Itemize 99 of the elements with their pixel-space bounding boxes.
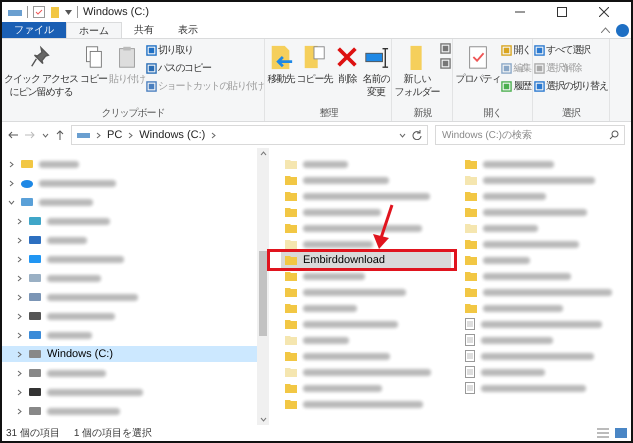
- collapse-ribbon-icon[interactable]: [601, 27, 610, 33]
- item-count: 31 個の項目: [6, 427, 60, 440]
- blurred-text: [47, 370, 106, 376]
- expand-icon[interactable]: [8, 160, 15, 168]
- scroll-up-icon[interactable]: [260, 151, 266, 156]
- search-field[interactable]: Windows (C:)の検索: [435, 125, 625, 145]
- file-item[interactable]: Embirddownload: [281, 252, 451, 268]
- ribbon-button[interactable]: コピー先: [295, 42, 334, 88]
- group-label: クリップボード: [100, 106, 166, 121]
- blurred-text: [483, 192, 546, 200]
- blurred-text: [39, 198, 93, 206]
- drive-icon: [29, 387, 41, 397]
- address-bar[interactable]: PC Windows (C:): [71, 125, 428, 145]
- blurred-text: [483, 224, 538, 232]
- annotation-arrow: [371, 204, 395, 250]
- chevron-icon[interactable]: [127, 132, 134, 138]
- expand-icon[interactable]: [16, 388, 23, 396]
- back-icon[interactable]: [8, 131, 18, 139]
- blurred-text: [303, 272, 365, 280]
- blurred-text: [303, 240, 373, 248]
- drive-icon: [29, 406, 41, 416]
- ribbon-button[interactable]: 名前の 変更: [361, 42, 390, 101]
- breadcrumb[interactable]: Windows (C:): [139, 129, 206, 141]
- dropdown-icon[interactable]: [65, 10, 72, 14]
- up-icon[interactable]: [56, 130, 64, 140]
- ribbon-button[interactable]: 開く: [501, 42, 531, 58]
- ribbon-button[interactable]: すべて選択: [534, 42, 608, 58]
- expand-icon[interactable]: [16, 218, 23, 224]
- drive-icon: [29, 349, 41, 359]
- scroll-thumb[interactable]: [259, 251, 267, 336]
- chevron-icon[interactable]: [95, 132, 102, 138]
- file-icon: [465, 366, 475, 378]
- blurred-text: [481, 336, 553, 344]
- blurred-text: [483, 160, 554, 168]
- ribbon-button[interactable]: 切り取り: [146, 42, 264, 58]
- file-icon: [465, 334, 475, 346]
- blurred-text: [39, 160, 79, 168]
- group-label: 開く: [482, 107, 503, 121]
- group-label: 選択: [560, 107, 582, 121]
- file-menu-button[interactable]: ファイル: [2, 22, 66, 38]
- expand-icon[interactable]: [16, 350, 23, 358]
- selection-count: 1 個の項目を選択: [74, 427, 152, 440]
- refresh-icon[interactable]: [412, 130, 422, 140]
- scrollbar[interactable]: [257, 148, 269, 425]
- group-label: 新規: [412, 106, 433, 121]
- expand-icon[interactable]: [16, 332, 23, 338]
- nav-item[interactable]: Windows (C:): [2, 346, 257, 362]
- cloud-icon: [21, 178, 33, 188]
- expand-icon[interactable]: [16, 294, 23, 300]
- blurred-text: [47, 218, 110, 224]
- drive-icon: [77, 130, 90, 140]
- file-icon: [465, 318, 475, 330]
- pc-icon: [21, 197, 33, 207]
- breadcrumb[interactable]: PC: [107, 129, 122, 141]
- help-icon[interactable]: [616, 24, 629, 36]
- file-icon: [465, 350, 475, 362]
- expand-icon[interactable]: [16, 408, 23, 414]
- ribbon-button[interactable]: 履歴: [501, 78, 531, 94]
- blurred-text: [303, 304, 357, 312]
- blurred-text: [481, 368, 545, 376]
- chevron-icon[interactable]: [210, 132, 218, 138]
- ribbon-button[interactable]: 選択の切り替え: [534, 78, 608, 94]
- file-icon: [465, 382, 475, 394]
- expand-icon[interactable]: [8, 180, 15, 186]
- blurred-text: [47, 332, 92, 338]
- expand-icon[interactable]: [16, 370, 23, 376]
- forward-icon[interactable]: [25, 131, 35, 139]
- blurred-text: [303, 336, 349, 344]
- blurred-text: [47, 274, 101, 282]
- ribbon-button[interactable]: プロパティ: [454, 42, 502, 88]
- expand-icon[interactable]: [16, 274, 23, 282]
- scroll-down-icon[interactable]: [260, 417, 266, 422]
- maximize-icon[interactable]: [557, 7, 567, 17]
- close-icon[interactable]: [599, 7, 609, 17]
- blurred-text: [47, 312, 115, 320]
- blurred-text: [483, 256, 530, 264]
- nav-label: Windows (C:): [47, 348, 114, 360]
- expand-icon[interactable]: [16, 312, 23, 320]
- recent-locations-icon[interactable]: [42, 132, 49, 138]
- ribbon-button[interactable]: コピー: [78, 42, 108, 88]
- ribbon-button[interactable]: クイック アクセス にピン留めする: [3, 42, 79, 101]
- ribbon-button[interactable]: 削除: [333, 42, 362, 88]
- collapse-icon[interactable]: [8, 198, 15, 206]
- details-view-icon[interactable]: [597, 428, 609, 438]
- window-title: Windows (C:): [83, 6, 150, 18]
- file-name: Embirddownload: [303, 254, 385, 266]
- properties-icon[interactable]: [33, 6, 45, 18]
- blurred-text: [303, 160, 348, 168]
- ribbon-tab[interactable]: ホーム: [66, 22, 122, 38]
- expand-icon[interactable]: [16, 256, 23, 262]
- ribbon-button[interactable]: 新しい フォルダー: [393, 42, 440, 101]
- group-label: 整理: [318, 107, 339, 121]
- ribbon-button[interactable]: 移動先: [266, 42, 296, 88]
- dropdown-icon[interactable]: [399, 132, 406, 138]
- blurred-text: [47, 236, 87, 244]
- search-icon[interactable]: [609, 130, 619, 140]
- ribbon-button[interactable]: パスのコピー: [146, 60, 264, 76]
- expand-icon[interactable]: [16, 236, 23, 244]
- drive-icon: [29, 368, 41, 378]
